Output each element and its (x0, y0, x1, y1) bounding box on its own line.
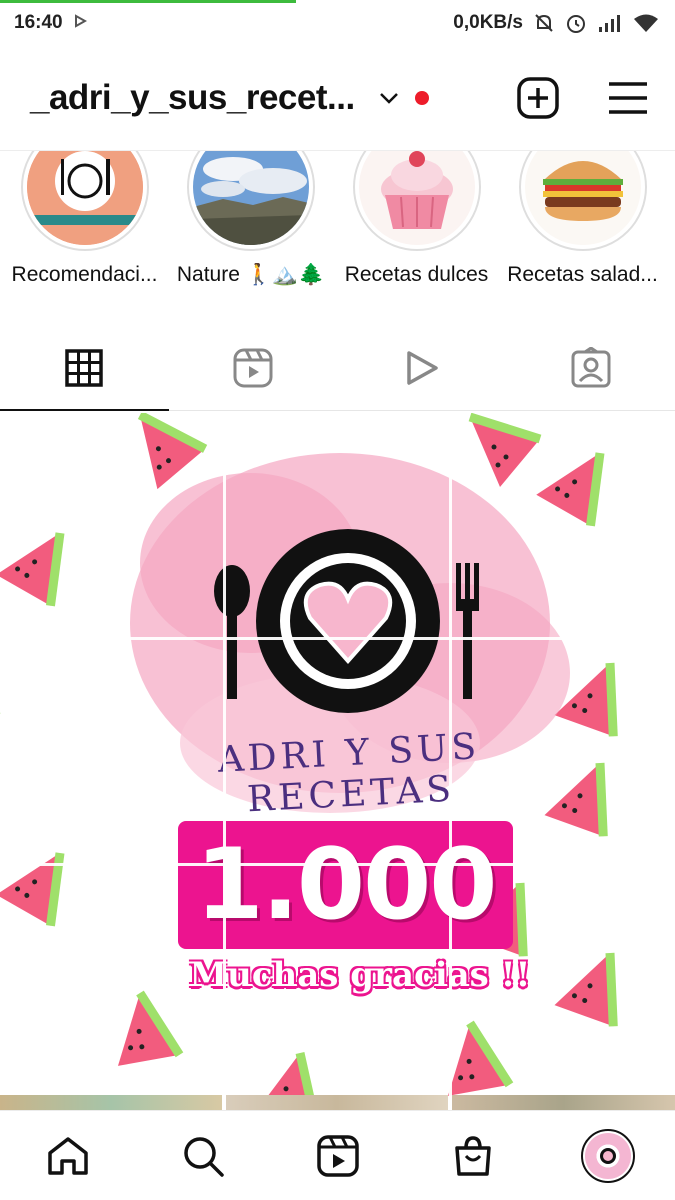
signal-icon (597, 13, 623, 33)
menu-icon (609, 82, 647, 114)
plate-logo-icon (599, 1147, 616, 1164)
status-bar: 16:40 0,0KB/s (0, 3, 675, 43)
nav-reels[interactable] (308, 1126, 368, 1186)
restaurant-plate-icon (26, 151, 143, 245)
story-highlights: Recomendaci... Nature 🚶🏔️🌲 Recetas dulce… (0, 150, 675, 300)
highlight-label: Recetas dulces (344, 263, 489, 286)
milestone-badge: 1.000 (178, 821, 513, 949)
bottom-navigation (0, 1110, 675, 1200)
highlight-label: Recetas salad... (507, 263, 658, 286)
nav-shop[interactable] (443, 1126, 503, 1186)
burger-image (524, 151, 641, 245)
next-post-thumbnail[interactable] (226, 1095, 448, 1110)
mute-icon (533, 12, 555, 34)
highlight-recomendaciones[interactable]: Recomendaci... (2, 151, 167, 287)
new-post-icon (517, 77, 559, 119)
nav-search[interactable] (173, 1126, 233, 1186)
posts-grid[interactable]: ADRI Y SUS RECETAS 1.000 Muchas gracias … (0, 413, 675, 1110)
wifi-icon (633, 13, 659, 33)
highlight-label: Recomendaci... (11, 263, 158, 286)
tab-tagged[interactable] (506, 326, 675, 410)
new-post-button[interactable] (515, 75, 561, 121)
account-switcher[interactable]: _adri_y_sus_recet... (30, 78, 355, 118)
home-icon (47, 1136, 88, 1175)
next-post-thumbnail[interactable] (0, 1095, 222, 1110)
grid-divider (0, 637, 675, 640)
grid-divider (223, 413, 226, 1110)
menu-button[interactable] (605, 75, 651, 121)
tagged-person-icon (571, 347, 611, 388)
search-icon (183, 1136, 224, 1177)
play-notification-icon (73, 12, 87, 34)
notification-dot (414, 91, 429, 105)
reels-icon (316, 1134, 359, 1177)
profile-header: _adri_y_sus_recet... (0, 58, 675, 138)
alarm-icon (565, 12, 587, 34)
play-icon (407, 351, 438, 385)
tab-videos[interactable] (338, 326, 507, 410)
highlight-recetas-saladas[interactable]: Recetas salad... (500, 151, 665, 287)
next-post-thumbnail[interactable] (452, 1095, 675, 1110)
status-time: 16:40 (14, 12, 63, 33)
thanks-text: Muchas gracias !! (189, 955, 531, 995)
net-speed: 0,0KB/s (453, 12, 523, 33)
landscape-photo (192, 151, 309, 245)
highlight-nature[interactable]: Nature 🚶🏔️🌲 (168, 151, 333, 287)
reels-icon (233, 348, 273, 388)
tab-reels[interactable] (169, 326, 338, 410)
highlight-label: Nature 🚶🏔️🌲 (176, 263, 325, 286)
profile-tabs (0, 326, 675, 411)
shop-icon (454, 1135, 491, 1176)
chevron-down-icon[interactable] (379, 91, 399, 105)
profile-avatar (580, 1128, 635, 1183)
grid-divider (0, 863, 675, 866)
highlight-recetas-dulces[interactable]: Recetas dulces (334, 151, 499, 287)
grid-icon (65, 349, 104, 387)
cupcake-image (358, 151, 475, 245)
nav-profile[interactable] (578, 1126, 638, 1186)
nav-home[interactable] (38, 1126, 98, 1186)
grid-divider (449, 413, 452, 1110)
tab-grid[interactable] (0, 326, 169, 411)
